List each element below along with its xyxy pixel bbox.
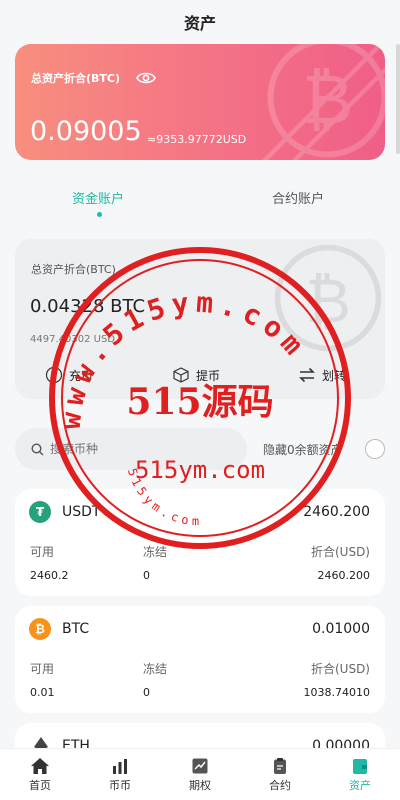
tab-contract-account[interactable]: 合约账户 <box>272 188 324 207</box>
search-icon <box>31 442 44 455</box>
svg-text:₿: ₿ <box>305 265 351 337</box>
available-label: 可用 <box>30 545 55 559</box>
total-usd-value: ≈9353.97772USD <box>147 133 247 146</box>
account-assets-label: 总资产折合(BTC) <box>31 263 116 276</box>
account-usd-value: 4497.40302 USD <box>30 334 115 345</box>
deposit-label: 充币 <box>69 368 94 383</box>
total-assets-card: ₿ 总资产折合(BTC) 0.09005 ≈9353.97772USD <box>15 44 385 160</box>
total-assets-label: 总资产折合(BTC) <box>31 72 121 85</box>
coin-card-btc[interactable]: ₿ BTC 0.01000 可用 冻结 折合(USD) 0.01 0 1038.… <box>15 606 385 713</box>
funding-account-card: ₿ 总资产折合(BTC) 0.04328 BTC 4497.40302 USD … <box>15 239 385 399</box>
assets-page: 资产 ₿ 总资产折合(BTC) 0.09005 ≈9353.97772USD 资… <box>0 0 400 800</box>
tab-funding-account[interactable]: 资金账户 <box>72 188 124 207</box>
withdraw-icon <box>173 367 189 383</box>
frozen-value: 0 <box>143 686 150 699</box>
coin-card-usdt[interactable]: ₮ USDT 2460.200 可用 冻结 折合(USD) 2460.2 0 2… <box>15 489 385 596</box>
nav-item-spot[interactable]: 币币 <box>80 749 160 800</box>
home-icon <box>31 758 49 774</box>
bar-chart-icon <box>113 759 127 774</box>
hide-zero-toggle[interactable] <box>365 439 385 459</box>
deposit-icon: ¥ <box>45 366 63 384</box>
transfer-button[interactable]: 划转 <box>298 366 346 384</box>
coin-amount: 2460.200 <box>303 504 370 520</box>
nav-item-options[interactable]: 期权 <box>160 749 240 800</box>
available-value: 0.01 <box>30 686 55 699</box>
search-box <box>15 428 247 470</box>
options-icon <box>192 758 208 774</box>
nav-item-contract[interactable]: 合约 <box>240 749 320 800</box>
nav-label: 币币 <box>109 779 131 792</box>
frozen-label: 冻结 <box>143 662 168 676</box>
contract-icon <box>274 758 286 774</box>
nav-label: 合约 <box>269 779 291 792</box>
coin-amount: 0.01000 <box>312 621 370 637</box>
coin-name: USDT <box>62 504 101 520</box>
converted-label: 折合(USD) <box>310 662 370 676</box>
withdraw-label: 提币 <box>196 368 221 383</box>
bitcoin-watermark-icon: ₿ <box>261 44 385 160</box>
nav-label: 首页 <box>29 779 51 792</box>
frozen-value: 0 <box>143 569 150 582</box>
converted-value: 2460.200 <box>317 569 371 582</box>
nav-label: 资产 <box>349 779 371 792</box>
active-tab-indicator <box>97 212 102 217</box>
account-btc-value: 0.04328 BTC <box>30 296 146 317</box>
search-input[interactable] <box>50 442 220 456</box>
wallet-icon <box>353 759 367 774</box>
transfer-label: 划转 <box>322 368 347 383</box>
usdt-icon: ₮ <box>29 501 51 523</box>
page-title: 资产 <box>183 14 216 33</box>
page-header: 资产 <box>0 0 400 44</box>
converted-label: 折合(USD) <box>310 545 370 559</box>
frozen-label: 冻结 <box>143 545 168 559</box>
account-tabs: 资金账户 合约账户 <box>0 180 400 220</box>
nav-item-home[interactable]: 首页 <box>0 749 80 800</box>
withdraw-button[interactable]: 提币 <box>172 366 220 384</box>
total-btc-value: 0.09005 <box>30 116 142 147</box>
converted-value: 1038.74010 <box>303 686 370 699</box>
available-value: 2460.2 <box>30 569 69 582</box>
nav-item-assets[interactable]: 资产 <box>320 749 400 800</box>
hide-zero-label: 隐藏0余额资产 <box>263 443 343 457</box>
bitcoin-watermark-icon: ₿ <box>274 244 382 352</box>
coin-name: BTC <box>62 621 90 637</box>
bottom-nav: 首页 币币 期权 合约 资产 <box>0 748 400 800</box>
nav-label: 期权 <box>189 779 211 792</box>
btc-icon: ₿ <box>29 618 51 640</box>
svg-text:¥: ¥ <box>51 371 57 382</box>
transfer-icon <box>299 367 315 383</box>
available-label: 可用 <box>30 662 55 676</box>
eye-icon[interactable] <box>136 71 156 85</box>
deposit-button[interactable]: ¥ 充币 <box>45 366 93 384</box>
scrollbar[interactable] <box>396 44 400 154</box>
